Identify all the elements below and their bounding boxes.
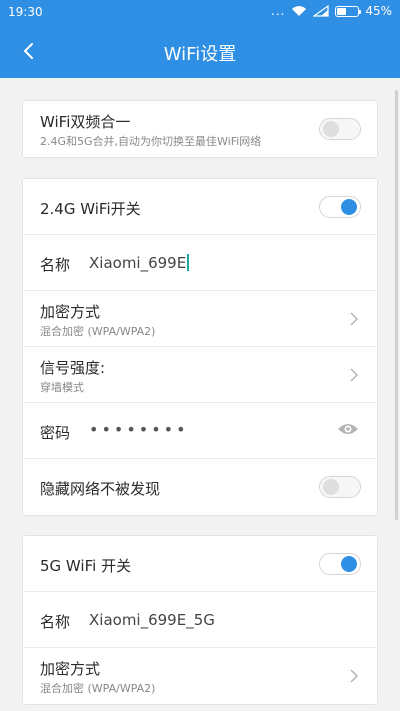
wifi-5g-switch-label: 5G WiFi 开关 — [40, 557, 132, 575]
signal-strength-value: 穿墙模式 — [40, 381, 84, 394]
encryption-value: 混合加密 (WPA/WPA2) — [40, 325, 156, 338]
cellular-signal-icon — [313, 5, 329, 17]
signal-strength-label: 信号强度: — [40, 359, 106, 377]
status-icons: ... 45% — [271, 4, 392, 18]
eye-icon[interactable] — [337, 421, 359, 437]
dual-band-description: 2.4G和5G合并,自动为你切换至最佳WiFi网络 — [40, 135, 262, 148]
wifi-5g-name-value[interactable]: Xiaomi_699E_5G — [89, 611, 215, 629]
battery-percent: 45% — [365, 4, 392, 18]
dual-band-row: WiFi双频合一 2.4G和5G合并,自动为你切换至最佳WiFi网络 — [23, 101, 377, 157]
dual-band-toggle[interactable] — [319, 118, 361, 140]
wifi-5g-name-row[interactable]: 名称 Xiaomi_699E_5G — [23, 592, 377, 648]
hide-network-toggle[interactable] — [319, 476, 361, 498]
wifi-5g-switch-row: 5G WiFi 开关 — [23, 536, 377, 592]
toggle-knob — [341, 556, 357, 572]
chevron-right-icon — [350, 669, 359, 683]
wifi-24g-switch-label: 2.4G WiFi开关 — [40, 200, 141, 218]
toggle-knob — [323, 121, 339, 137]
wifi-24g-signal-row[interactable]: 信号强度: 穿墙模式 — [23, 347, 377, 403]
toggle-knob — [323, 479, 339, 495]
chevron-right-icon — [350, 368, 359, 382]
encryption-label: 加密方式 — [40, 303, 101, 321]
wifi-24g-switch-row: 2.4G WiFi开关 — [23, 179, 377, 235]
scrollbar[interactable] — [395, 90, 398, 520]
battery-level — [337, 7, 347, 15]
wifi-24g-card: 2.4G WiFi开关 名称 Xiaomi_699E 加密方式 混合加密 (WP… — [22, 178, 378, 516]
page-title: WiFi设置 — [163, 44, 237, 65]
wifi-24g-name-value: Xiaomi_699E — [89, 254, 187, 272]
hide-network-label: 隐藏网络不被发现 — [40, 480, 161, 498]
status-bar: 19:30 ... 45% — [0, 0, 400, 24]
wifi-24g-name-row[interactable]: 名称 Xiaomi_699E — [23, 235, 377, 291]
wifi-24g-password-row[interactable]: 密码 •••••••• — [23, 403, 377, 459]
wifi-24g-encryption-row[interactable]: 加密方式 混合加密 (WPA/WPA2) — [23, 291, 377, 347]
wifi-5g-card: 5G WiFi 开关 名称 Xiaomi_699E_5G 加密方式 混合加密 (… — [22, 535, 378, 705]
dual-band-label: WiFi双频合一 — [40, 113, 131, 131]
dual-band-card: WiFi双频合一 2.4G和5G合并,自动为你切换至最佳WiFi网络 — [22, 100, 378, 158]
wifi-24g-name-input[interactable]: Xiaomi_699E — [89, 254, 190, 272]
name-label: 名称 — [40, 613, 71, 631]
wifi-24g-hidden-row: 隐藏网络不被发现 — [23, 459, 377, 515]
password-field[interactable]: •••••••• — [89, 420, 189, 439]
toggle-knob — [341, 199, 357, 215]
wifi-5g-encryption-row[interactable]: 加密方式 混合加密 (WPA/WPA2) — [23, 648, 377, 704]
status-time: 19:30 — [8, 5, 43, 19]
wifi-24g-toggle[interactable] — [319, 196, 361, 218]
wifi-5g-toggle[interactable] — [319, 553, 361, 575]
encryption-value: 混合加密 (WPA/WPA2) — [40, 682, 156, 695]
encryption-label: 加密方式 — [40, 660, 101, 678]
wifi-signal-icon — [292, 6, 307, 16]
text-cursor — [187, 254, 190, 271]
password-label: 密码 — [40, 424, 71, 442]
app-header: 19:30 ... 45% WiFi设置 — [0, 0, 400, 78]
battery-icon — [335, 5, 362, 17]
chevron-right-icon — [350, 312, 359, 326]
name-label: 名称 — [40, 256, 71, 274]
notification-dots: ... — [270, 4, 286, 18]
